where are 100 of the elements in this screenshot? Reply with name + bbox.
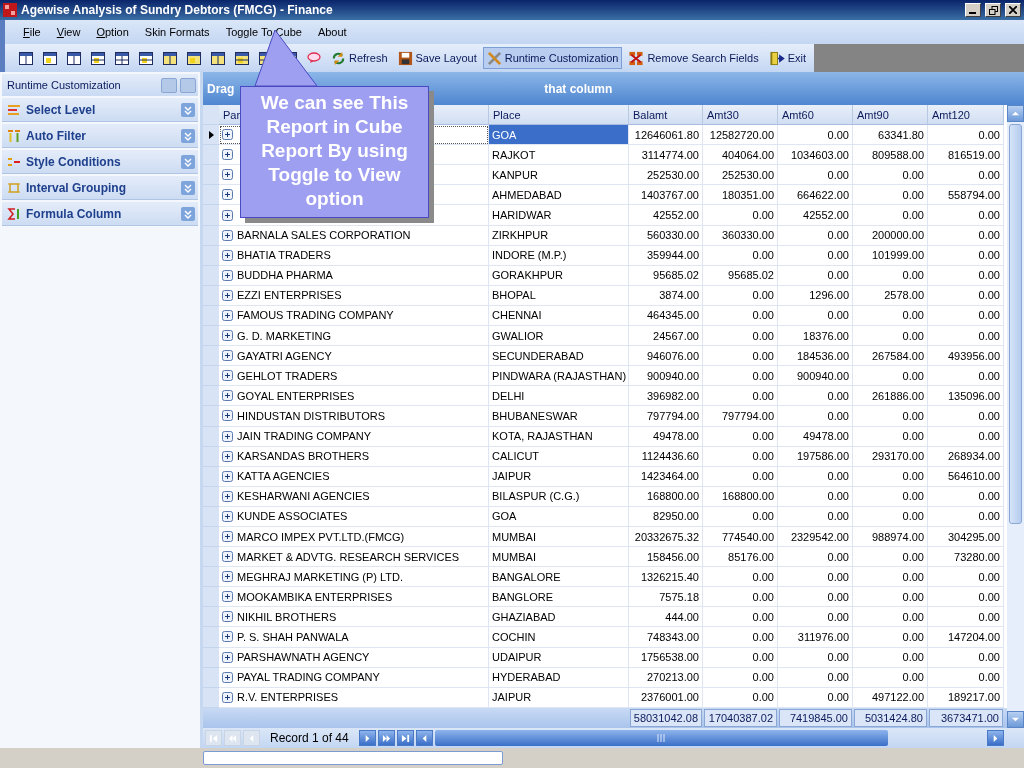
toolbar-button[interactable]: Save Layout bbox=[393, 47, 481, 69]
expand-icon[interactable] bbox=[222, 671, 233, 683]
grid-layout-icon[interactable] bbox=[163, 51, 177, 65]
table-cell: 158456.00 bbox=[629, 547, 703, 568]
menu-item[interactable]: About bbox=[311, 24, 353, 40]
expand-icon[interactable] bbox=[222, 249, 233, 261]
expand-icon[interactable] bbox=[222, 531, 233, 542]
grid-layout-icon[interactable] bbox=[67, 51, 81, 65]
panel-section[interactable]: Interval Grouping bbox=[2, 176, 198, 200]
grid-layout-icon[interactable] bbox=[115, 51, 129, 65]
grid-layout-icon[interactable] bbox=[139, 51, 153, 65]
section-title: Select Level bbox=[26, 102, 97, 117]
table-cell: 988974.00 bbox=[853, 526, 928, 548]
table-cell: 1423464.00 bbox=[629, 466, 703, 487]
chevron-down-icon bbox=[181, 128, 195, 143]
table-cell: CHENNAI bbox=[489, 305, 629, 327]
party-name: PARSHAWNATH AGENCY bbox=[237, 651, 370, 664]
table-cell: 0.00 bbox=[928, 225, 1004, 246]
vertical-scrollbar[interactable] bbox=[1007, 105, 1024, 728]
expand-icon[interactable] bbox=[222, 450, 233, 462]
menu-item[interactable]: Option bbox=[90, 24, 135, 40]
expand-icon[interactable] bbox=[222, 510, 233, 522]
expand-icon[interactable] bbox=[222, 330, 233, 342]
menu-item[interactable]: File bbox=[17, 24, 47, 40]
row-indicator[interactable] bbox=[203, 125, 219, 146]
panel-section[interactable]: Formula Column bbox=[2, 202, 198, 226]
expand-icon[interactable] bbox=[222, 691, 233, 703]
table-cell: 252530.00 bbox=[629, 165, 703, 186]
table-cell: 0.00 bbox=[778, 265, 853, 286]
next-page-button[interactable] bbox=[377, 730, 395, 746]
expand-icon[interactable] bbox=[222, 149, 233, 161]
party-name: KUNDE ASSOCIATES bbox=[237, 510, 348, 523]
menu-item[interactable]: Skin Formats bbox=[138, 24, 216, 40]
grid-layout-icon[interactable] bbox=[43, 51, 57, 65]
table-cell: 0.00 bbox=[928, 647, 1004, 668]
grid-layout-icon[interactable] bbox=[187, 51, 201, 65]
expand-icon[interactable] bbox=[222, 611, 233, 623]
panel-section[interactable]: Auto Filter bbox=[2, 124, 198, 148]
toolbar-button[interactable]: Runtime Customization bbox=[482, 47, 623, 69]
expand-icon[interactable] bbox=[222, 410, 233, 422]
expand-icon[interactable] bbox=[222, 390, 233, 402]
grid-layout-icon[interactable] bbox=[211, 51, 225, 65]
last-record-button[interactable] bbox=[396, 730, 414, 746]
grid-layout-icon[interactable] bbox=[91, 51, 105, 65]
table-cell: 816519.00 bbox=[928, 145, 1004, 166]
expand-icon[interactable] bbox=[222, 189, 233, 201]
table-cell: 0.00 bbox=[778, 225, 853, 246]
expand-icon[interactable] bbox=[222, 631, 233, 643]
column-header[interactable]: Amt30 bbox=[703, 105, 778, 126]
expand-icon[interactable] bbox=[222, 651, 233, 663]
expand-icon[interactable] bbox=[222, 129, 233, 141]
column-header[interactable]: Amt60 bbox=[778, 105, 853, 126]
toolbar-button[interactable]: Exit bbox=[764, 47, 811, 69]
expand-icon[interactable] bbox=[222, 229, 233, 241]
expand-icon[interactable] bbox=[222, 571, 233, 583]
speech-bubble-icon[interactable] bbox=[307, 52, 321, 64]
group-hint: Drag bbox=[207, 81, 235, 96]
expand-icon[interactable] bbox=[222, 430, 233, 442]
status-field[interactable] bbox=[203, 751, 503, 765]
total-cell: 5031424.80 bbox=[854, 708, 927, 727]
expand-icon[interactable] bbox=[222, 490, 233, 502]
expand-icon[interactable] bbox=[222, 269, 233, 281]
column-header[interactable]: Amt120 bbox=[928, 105, 1004, 126]
table-cell: 0.00 bbox=[703, 245, 778, 266]
table-cell: UDAIPUR bbox=[489, 647, 629, 668]
expand-icon[interactable] bbox=[222, 209, 233, 221]
column-header[interactable]: Amt90 bbox=[853, 105, 928, 126]
next-record-button[interactable] bbox=[358, 730, 376, 746]
group-hint: that column bbox=[544, 81, 613, 96]
expand-icon[interactable] bbox=[222, 169, 233, 181]
expand-icon[interactable] bbox=[222, 470, 233, 482]
toolbar-button[interactable]: Remove Search Fields bbox=[624, 47, 763, 69]
grid-layout-icon[interactable] bbox=[235, 51, 249, 65]
table-cell: 0.00 bbox=[778, 125, 853, 146]
expand-icon[interactable] bbox=[222, 310, 233, 321]
table-cell: 0.00 bbox=[703, 627, 778, 648]
expand-icon[interactable] bbox=[222, 289, 233, 301]
table-cell: 493956.00 bbox=[928, 346, 1004, 367]
fast-forward-icon bbox=[381, 733, 391, 743]
expand-icon[interactable] bbox=[222, 591, 233, 603]
table-cell: KOTA, RAJASTHAN bbox=[489, 426, 629, 447]
panel-section[interactable]: Style Conditions bbox=[2, 150, 198, 174]
grid-layout-icon[interactable] bbox=[19, 51, 33, 65]
expand-icon[interactable] bbox=[222, 551, 233, 563]
restore-button[interactable] bbox=[985, 3, 1001, 17]
expand-icon[interactable] bbox=[222, 370, 233, 382]
table-cell: RAJKOT bbox=[489, 145, 629, 166]
column-header[interactable]: Place bbox=[489, 105, 629, 126]
column-header[interactable]: Balamt bbox=[629, 105, 703, 126]
party-name: BUDDHA PHARMA bbox=[237, 269, 333, 282]
table-cell: 0.00 bbox=[703, 386, 778, 407]
table-cell: 184536.00 bbox=[778, 346, 853, 367]
horizontal-scrollbar[interactable] bbox=[415, 729, 1004, 747]
toolbar-button[interactable]: Refresh bbox=[327, 47, 392, 69]
menu-item[interactable]: View bbox=[50, 24, 87, 40]
menu-item[interactable]: Toggle To Cube bbox=[219, 24, 308, 40]
close-button[interactable] bbox=[1005, 3, 1021, 17]
expand-icon[interactable] bbox=[222, 350, 233, 362]
panel-section[interactable]: Select Level bbox=[2, 98, 198, 122]
minimize-button[interactable] bbox=[965, 3, 981, 17]
